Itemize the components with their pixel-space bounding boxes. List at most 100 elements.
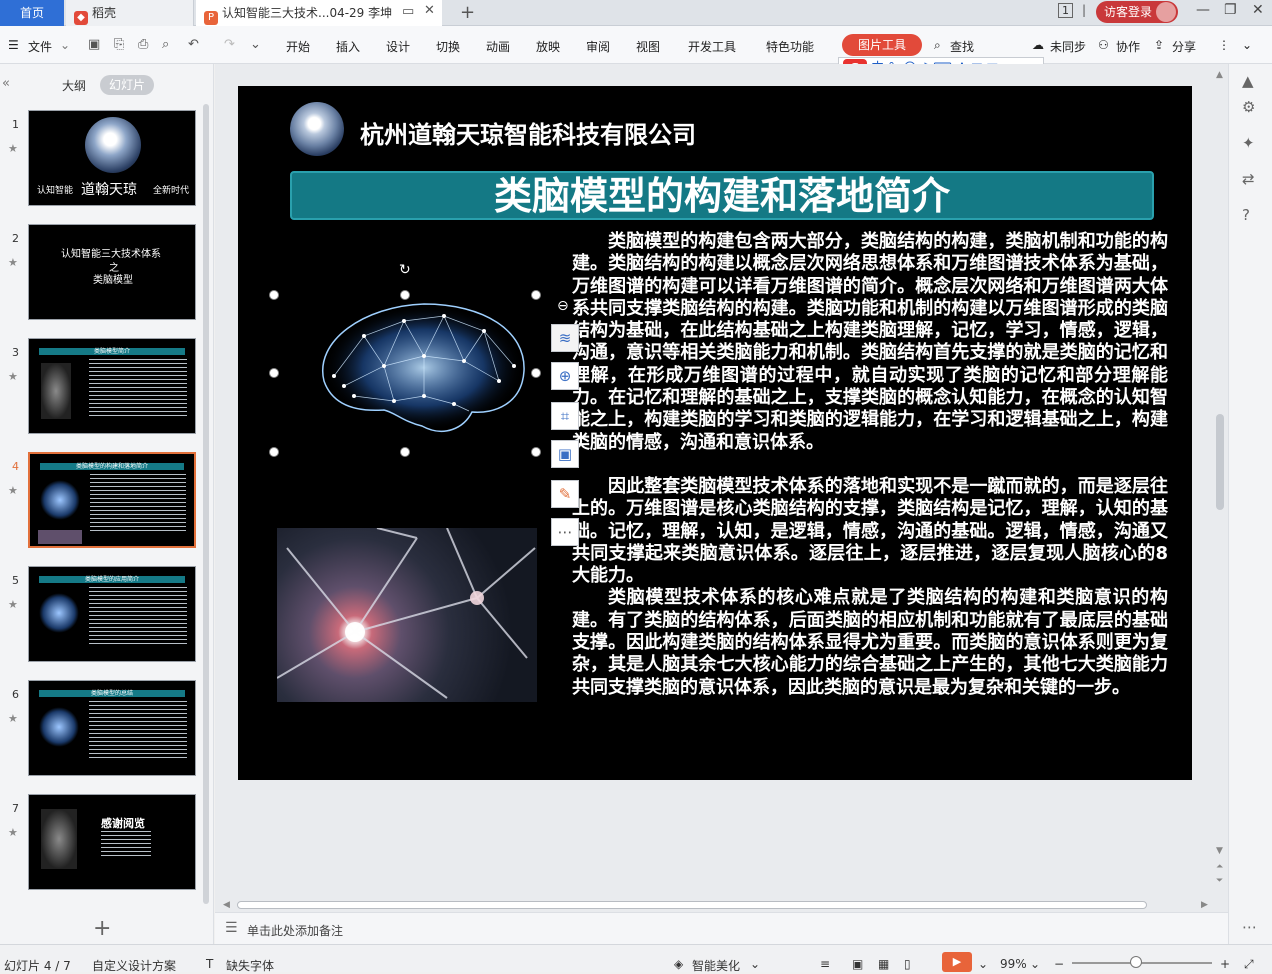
layers-icon[interactable]: ≋ xyxy=(551,324,579,352)
vertical-scrollbar[interactable] xyxy=(1216,414,1224,510)
tab-docer[interactable]: ◆ 稻壳 xyxy=(66,0,194,26)
zoom-slider-handle[interactable] xyxy=(1130,956,1142,968)
search-label[interactable]: 查找 xyxy=(950,38,974,55)
slide-thumbnail-4[interactable]: 类脑模型的构建和落地简介 xyxy=(28,452,196,548)
restore-icon[interactable]: ❐ xyxy=(1224,2,1237,18)
add-slide-button[interactable]: + xyxy=(93,916,111,941)
missing-font-icon[interactable]: T xyxy=(206,957,213,971)
slide-thumbnail-2[interactable]: 认知智能三大技术体系 之 类脑模型 xyxy=(28,224,196,320)
collab-icon[interactable]: ⚇ xyxy=(1098,38,1109,52)
scroll-up-icon[interactable]: ▲ xyxy=(1216,70,1223,80)
slide-thumbnail-5[interactable]: 类脑模型的应用简介 xyxy=(28,566,196,662)
notes-toggle-icon[interactable]: ≡ xyxy=(820,957,830,971)
page-indicator[interactable]: 1 xyxy=(1058,3,1073,18)
zoom-dropdown-icon[interactable]: ⌄ xyxy=(1030,957,1040,971)
tab-outline[interactable]: 大纲 xyxy=(62,77,86,94)
more-tools-icon[interactable]: ⋯ xyxy=(551,518,579,546)
more-chevron-icon[interactable]: ⌄ xyxy=(250,37,261,52)
search-icon[interactable]: ⌕ xyxy=(934,38,941,53)
paragraph-2[interactable]: 因此整套类脑模型技术体系的落地和实现不是一蹴而就的，而是逐层往上的。万维图谱是核… xyxy=(572,476,1168,587)
reading-view-icon[interactable]: ▯ xyxy=(904,957,911,971)
smart-beautify[interactable]: 智能美化 xyxy=(692,957,740,974)
play-button[interactable]: ▶ xyxy=(942,952,972,972)
switch-icon[interactable]: ⇄ xyxy=(1242,170,1255,188)
panel-scrollbar[interactable] xyxy=(203,104,209,904)
export-icon[interactable]: ⎘ xyxy=(114,37,124,52)
resize-handle-nw[interactable] xyxy=(269,290,279,300)
paragraph-3[interactable]: 类脑模型技术体系的核心难点就是了类脑结构的构建和类脑意识的构建。有了类脑的结构体… xyxy=(572,587,1168,698)
collab-label[interactable]: 协作 xyxy=(1116,38,1140,55)
resize-handle-n[interactable] xyxy=(400,290,410,300)
slide-thumbnail-7[interactable]: 感谢阅览 xyxy=(28,794,196,890)
image-edit-icon[interactable]: ✎ xyxy=(551,480,579,508)
more-icon[interactable]: ⋯ xyxy=(1242,918,1257,936)
zoom-in-icon[interactable]: + xyxy=(1220,957,1230,971)
tab-slides[interactable]: 幻灯片 xyxy=(100,75,154,95)
zoom-image-icon[interactable]: ⊕ xyxy=(551,362,579,390)
normal-view-icon[interactable]: ▣ xyxy=(852,957,863,971)
print-icon[interactable]: ⎙ xyxy=(138,37,148,52)
scroll-top-icon[interactable]: ▲ xyxy=(1242,72,1254,90)
horizontal-scrollbar[interactable] xyxy=(237,901,1147,909)
company-name[interactable]: 杭州道翰天琼智能科技有限公司 xyxy=(360,115,696,150)
zoom-slider[interactable] xyxy=(1072,962,1212,964)
menu-item-view[interactable]: 视图 xyxy=(636,38,660,55)
zoom-out-icon[interactable]: − xyxy=(1054,957,1064,971)
sorter-view-icon[interactable]: ▦ xyxy=(878,957,889,971)
beautify-icon[interactable]: ◈ xyxy=(674,957,683,971)
chevron-down-icon[interactable]: ⌄ xyxy=(60,38,70,52)
tab-home[interactable]: 首页 xyxy=(0,0,64,26)
menu-item-developer[interactable]: 开发工具 xyxy=(688,38,736,55)
animation-icon[interactable]: ✦ xyxy=(1242,134,1255,152)
paragraph-1[interactable]: 类脑模型的构建包含两大部分，类脑结构的构建，类脑机制和功能的构建。类脑结构的构建… xyxy=(572,231,1168,454)
slide-body-text[interactable]: 类脑模型的构建包含两大部分，类脑结构的构建，类脑机制和功能的构建。类脑结构的构建… xyxy=(572,231,1168,699)
resize-handle-e[interactable] xyxy=(531,368,541,378)
slide-thumbnail-1[interactable]: 认知智能 道翰天琼 全新时代 xyxy=(28,110,196,206)
new-tab-button[interactable]: + xyxy=(460,2,475,23)
properties-icon[interactable]: ⚙ xyxy=(1242,98,1255,116)
chevron-down-icon[interactable]: ⌄ xyxy=(978,957,988,971)
hamburger-icon[interactable]: ☰ xyxy=(8,38,19,52)
crop-icon[interactable]: ⌗ xyxy=(551,402,579,430)
close-window-icon[interactable]: ✕ xyxy=(1252,2,1264,18)
brain-image[interactable] xyxy=(294,286,548,454)
slide-title[interactable]: 类脑模型的构建和落地简介 xyxy=(290,171,1154,220)
next-slide-icon[interactable]: ⏷ xyxy=(1216,876,1223,886)
redo-icon[interactable]: ↷ xyxy=(224,37,235,52)
pin-tab-icon[interactable]: ▭ xyxy=(402,4,414,19)
share-label[interactable]: 分享 xyxy=(1172,38,1196,55)
scroll-left-icon[interactable]: ◀ xyxy=(223,900,230,910)
image-frame-icon[interactable]: ▣ xyxy=(551,440,579,468)
unsynced-label[interactable]: 未同步 xyxy=(1050,38,1086,55)
resize-handle-sw[interactable] xyxy=(269,447,279,457)
menu-item-start[interactable]: 开始 xyxy=(286,38,310,55)
avatar[interactable] xyxy=(1156,2,1176,22)
slide-canvas[interactable]: 杭州道翰天琼智能科技有限公司 类脑模型的构建和落地简介 类脑模型的构建包含两大部… xyxy=(238,86,1192,780)
save-icon[interactable]: ▣ xyxy=(88,37,100,52)
undo-icon[interactable]: ↶ xyxy=(188,37,199,52)
picture-tools-tab[interactable]: 图片工具 xyxy=(842,34,922,56)
scroll-down-icon[interactable]: ▼ xyxy=(1216,846,1223,856)
design-scheme[interactable]: 自定义设计方案 xyxy=(92,957,176,974)
rotate-handle-icon[interactable]: ↻ xyxy=(399,262,411,278)
slide-thumbnail-3[interactable]: 类脑模型简介 xyxy=(28,338,196,434)
menu-item-review[interactable]: 审阅 xyxy=(586,38,610,55)
cloud-icon[interactable]: ☁ xyxy=(1032,38,1044,52)
close-tab-icon[interactable]: ✕ xyxy=(424,3,435,18)
collapse-ribbon-icon[interactable]: ⌄ xyxy=(1242,38,1252,52)
slide-thumbnail-6[interactable]: 类脑模型的总结 xyxy=(28,680,196,776)
share-icon[interactable]: ⇪ xyxy=(1154,38,1164,52)
menu-item-slideshow[interactable]: 放映 xyxy=(536,38,560,55)
notes-placeholder[interactable]: 单击此处添加备注 xyxy=(247,922,343,939)
chevron-down-icon[interactable]: ⌄ xyxy=(750,957,760,971)
menu-file[interactable]: 文件 xyxy=(28,38,52,55)
resize-handle-ne[interactable] xyxy=(531,290,541,300)
neuron-image[interactable] xyxy=(277,528,537,702)
resize-handle-se[interactable] xyxy=(531,447,541,457)
fit-window-icon[interactable]: ⤢ xyxy=(1244,957,1254,972)
print-preview-icon[interactable]: ⌕ xyxy=(162,37,169,52)
collapse-panel-icon[interactable]: « xyxy=(2,76,10,91)
resize-handle-s[interactable] xyxy=(400,447,410,457)
menu-item-design[interactable]: 设计 xyxy=(386,38,410,55)
more-icon[interactable]: ⋮ xyxy=(1218,38,1230,52)
